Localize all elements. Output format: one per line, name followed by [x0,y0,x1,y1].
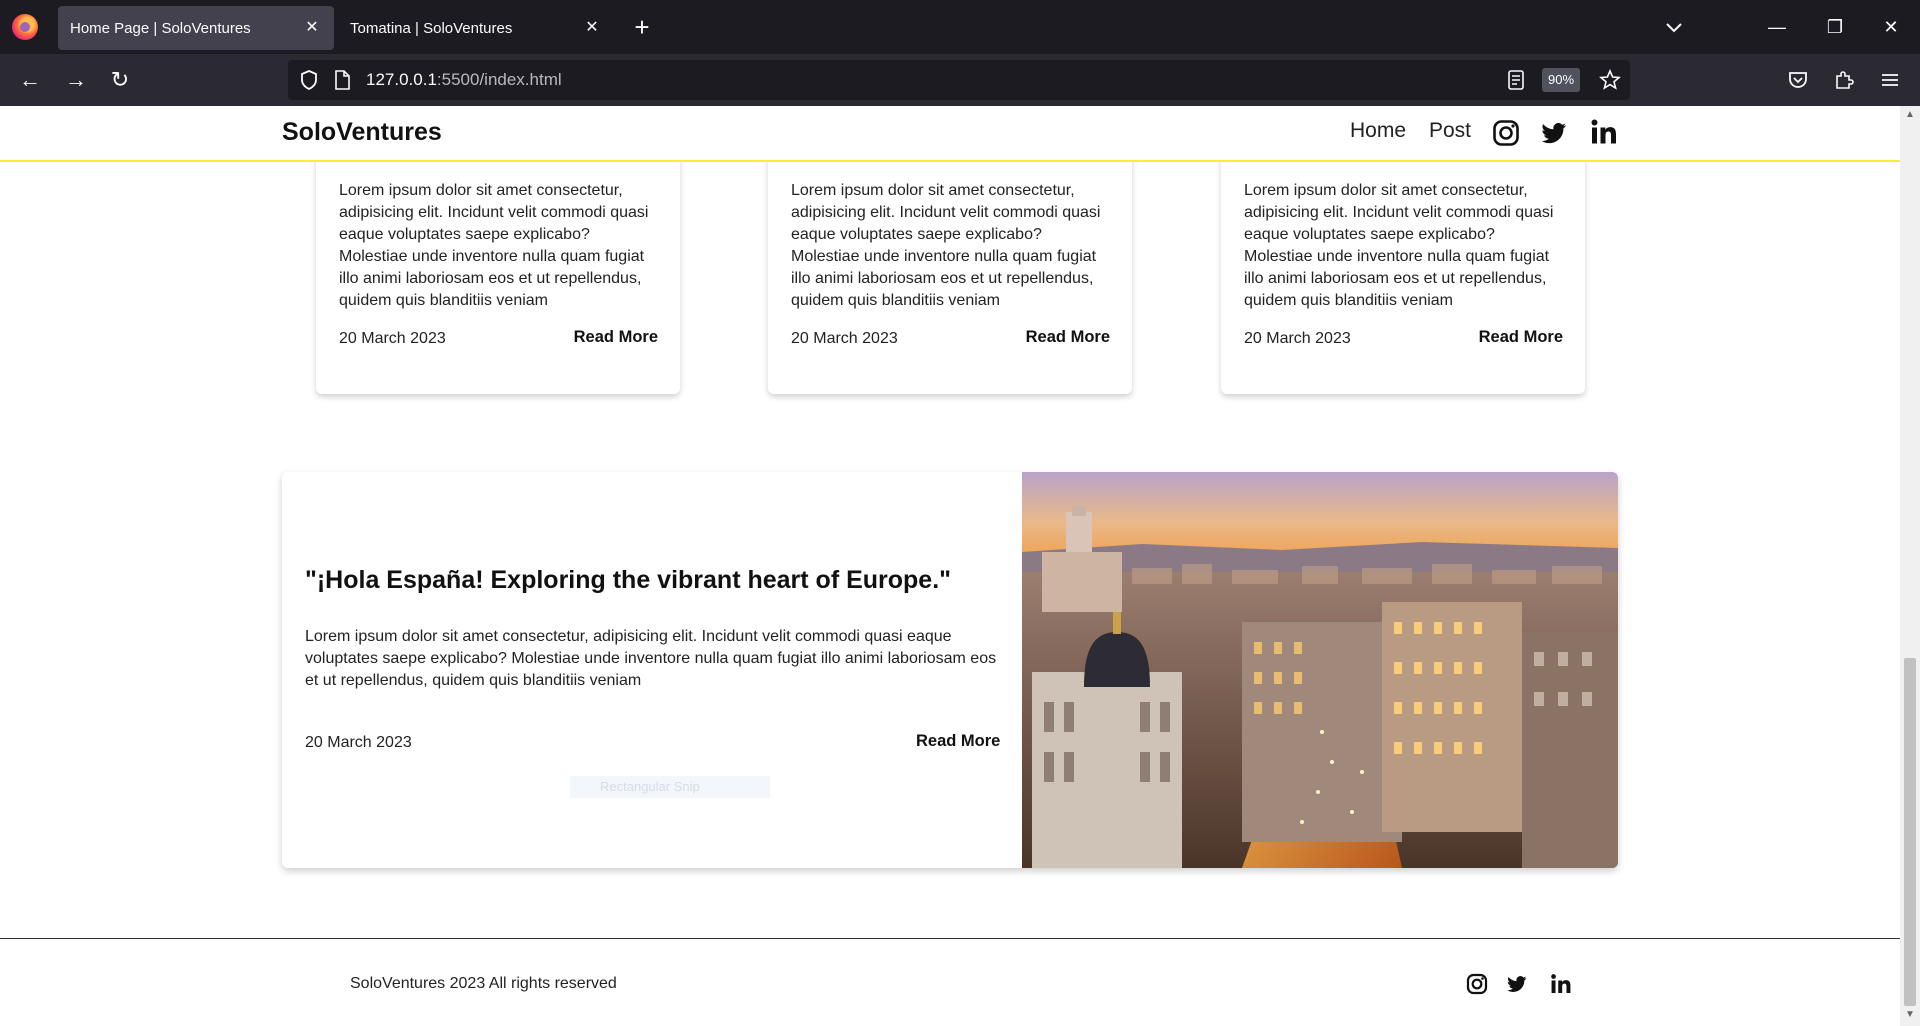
card-date: 20 March 2023 [791,330,898,347]
twitter-icon[interactable] [1506,973,1528,995]
card-excerpt: Lorem ipsum dolor sit amet consectetur, … [1244,182,1554,309]
tab-title: Home Page | SoloVentures [70,19,251,37]
firefox-logo-icon [12,14,38,40]
extensions-puzzle-icon[interactable] [1832,68,1856,92]
post-card: Lorem ipsum dolor sit amet consectetur, … [768,146,1132,394]
shield-icon[interactable] [298,69,320,91]
instagram-icon[interactable] [1466,973,1488,995]
featured-post-card: "¡Hola España! Exploring the vibrant hea… [282,472,1618,868]
list-all-tabs-chevron-icon[interactable] [1660,14,1688,42]
site-header: SoloVentures Home Post [0,106,1900,162]
browser-nav-bar: ← → ↻ 127.0.0.1:5500/index.html 90% [0,54,1920,106]
scroll-down-arrow-icon[interactable]: ▼ [1905,1010,1915,1020]
web-page: Lorem ipsum dolor sit amet consectetur, … [0,106,1900,1026]
tab-title: Tomatina | SoloVentures [350,19,513,37]
new-tab-plus-icon[interactable]: + [628,14,656,42]
menu-hamburger-icon[interactable] [1878,68,1902,92]
reader-view-icon[interactable] [1506,69,1526,91]
linkedin-icon[interactable] [1550,973,1572,995]
close-icon[interactable]: ✕ [302,18,322,38]
minimize-icon[interactable]: — [1762,12,1792,42]
nav-post-link[interactable]: Post [1429,119,1471,143]
read-more-link[interactable]: Read More [1026,328,1110,347]
card-date: 20 March 2023 [339,330,446,347]
linkedin-icon[interactable] [1590,118,1618,146]
site-brand[interactable]: SoloVentures [282,118,442,147]
site-footer: SoloVentures 2023 All rights reserved [0,938,1900,1026]
pocket-icon[interactable] [1786,68,1810,92]
featured-post-date: 20 March 2023 [305,734,412,751]
tab-home-page[interactable]: Home Page | SoloVentures ✕ [58,6,334,50]
back-arrow-icon[interactable]: ← [14,64,46,96]
zoom-level-badge[interactable]: 90% [1542,68,1581,92]
instagram-icon[interactable] [1492,119,1520,147]
url-text[interactable]: 127.0.0.1:5500/index.html [366,70,562,90]
featured-post-excerpt: Lorem ipsum dolor sit amet consectetur, … [305,628,997,689]
madrid-cityscape-image [1022,472,1618,868]
reload-icon[interactable]: ↻ [104,64,136,96]
browser-tab-bar: Home Page | SoloVentures ✕ Tomatina | So… [0,0,1920,54]
twitter-icon[interactable] [1540,119,1568,147]
post-card: Lorem ipsum dolor sit amet consectetur, … [316,146,680,394]
page-icon [335,70,350,90]
nav-home-link[interactable]: Home [1350,119,1406,143]
tab-tomatina[interactable]: Tomatina | SoloVentures ✕ [338,6,614,50]
snip-tool-overlay: Rectangular Snip [570,776,770,798]
featured-read-more-link[interactable]: Read More [916,732,1000,751]
featured-post-title[interactable]: "¡Hola España! Exploring the vibrant hea… [305,566,951,595]
read-more-link[interactable]: Read More [574,328,658,347]
card-excerpt: Lorem ipsum dolor sit amet consectetur, … [791,182,1101,309]
page-scrollbar[interactable]: ▲ ▼ [1900,106,1920,1026]
card-excerpt: Lorem ipsum dolor sit amet consectetur, … [339,182,649,309]
scrollbar-thumb[interactable] [1904,658,1916,1006]
forward-arrow-icon[interactable]: → [60,64,92,96]
address-bar[interactable]: 127.0.0.1:5500/index.html 90% [288,60,1630,100]
restore-icon[interactable]: ❐ [1820,12,1850,42]
read-more-link[interactable]: Read More [1479,328,1563,347]
window-close-icon[interactable]: ✕ [1876,12,1906,42]
url-host: 127.0.0.1 [366,70,437,89]
close-icon[interactable]: ✕ [582,18,602,38]
scroll-up-arrow-icon[interactable]: ▲ [1905,110,1915,120]
footer-copyright: SoloVentures 2023 All rights reserved [350,975,617,992]
post-card: Lorem ipsum dolor sit amet consectetur, … [1221,146,1585,394]
bookmark-star-icon[interactable] [1598,68,1622,92]
card-date: 20 March 2023 [1244,330,1351,347]
url-path: :5500/index.html [436,70,562,89]
